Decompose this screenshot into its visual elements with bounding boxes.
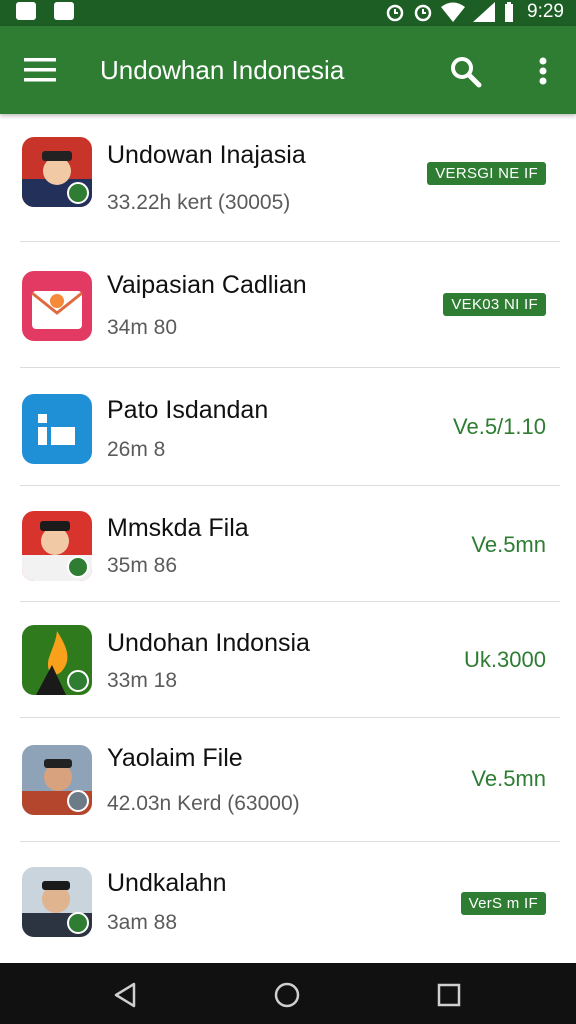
signal-icon bbox=[473, 2, 496, 22]
list-item[interactable]: Undowan Inajasia 33.22h kert (30005) VER… bbox=[0, 114, 576, 242]
app-avatar-icon bbox=[22, 511, 92, 581]
app-name: Undohan Indonsia bbox=[107, 629, 310, 657]
notification-icon bbox=[16, 2, 36, 20]
search-icon bbox=[451, 57, 482, 88]
page-title: Undowhan Indonesia bbox=[100, 55, 345, 85]
alarm-icon bbox=[386, 4, 404, 22]
alarm-icon bbox=[414, 4, 432, 22]
notification-icon bbox=[54, 2, 74, 20]
status-time: 9:29 bbox=[527, 1, 564, 22]
version-badge: VerS m IF bbox=[460, 892, 546, 915]
list-item[interactable]: Undohan Indonsia 33m 18 Uk.3000 bbox=[0, 602, 576, 718]
home-button[interactable] bbox=[272, 980, 302, 1010]
app-avatar-icon bbox=[22, 271, 92, 341]
app-list: Undowan Inajasia 33.22h kert (30005) VER… bbox=[0, 114, 576, 965]
version-label: Ve.5/1.10 bbox=[453, 414, 546, 439]
app-meta: 42.03n Kerd (63000) bbox=[107, 792, 300, 815]
version-label: Ve.5mn bbox=[471, 532, 546, 557]
app-name: Vaipasian Cadlian bbox=[107, 271, 307, 299]
wifi-icon bbox=[441, 2, 466, 22]
back-button[interactable] bbox=[110, 980, 140, 1010]
app-meta: 34m 80 bbox=[107, 316, 178, 339]
app-avatar-icon bbox=[22, 137, 92, 207]
app-avatar-icon bbox=[22, 867, 92, 937]
list-item[interactable]: Mmskda Fila 35m 86 Ve.5mn bbox=[0, 486, 576, 602]
app-name: Yaolaim File bbox=[107, 744, 243, 772]
list-item[interactable]: Yaolaim File 42.03n Kerd (63000) Ve.5mn bbox=[0, 718, 576, 842]
more-vert-icon bbox=[539, 57, 547, 85]
battery-icon bbox=[505, 2, 514, 22]
app-name: Undowan Inajasia bbox=[107, 141, 306, 169]
app-avatar-icon bbox=[22, 745, 92, 815]
app-avatar-icon bbox=[22, 394, 92, 464]
list-item[interactable]: Vaipasian Cadlian 34m 80 VEK03 NI IF bbox=[0, 242, 576, 368]
app-bar: Undowhan Indonesia bbox=[0, 26, 576, 114]
list-item[interactable]: Undkalahn 3am 88 VerS m IF bbox=[0, 842, 576, 965]
search-button[interactable] bbox=[448, 54, 482, 88]
version-badge: VERSGI NE IF bbox=[427, 162, 546, 185]
list-item[interactable]: Pato Isdandan 26m 8 Ve.5/1.10 bbox=[0, 368, 576, 486]
app-name: Undkalahn bbox=[107, 869, 227, 897]
version-label: Ve.5mn bbox=[471, 766, 546, 791]
app-meta: 35m 86 bbox=[107, 554, 178, 577]
app-meta: 33.22h kert (30005) bbox=[107, 191, 291, 214]
app-name: Mmskda Fila bbox=[107, 514, 249, 542]
status-bar: 9:29 bbox=[0, 0, 576, 26]
app-meta: 26m 8 bbox=[107, 438, 166, 461]
home-icon bbox=[274, 982, 300, 1008]
back-icon bbox=[114, 982, 136, 1008]
app-name: Pato Isdandan bbox=[107, 396, 269, 424]
recents-button[interactable] bbox=[434, 980, 464, 1010]
version-badge: VEK03 NI IF bbox=[443, 293, 546, 316]
recents-icon bbox=[437, 983, 461, 1007]
hamburger-menu-icon bbox=[24, 58, 56, 82]
more-options-button[interactable] bbox=[530, 54, 556, 88]
app-meta: 3am 88 bbox=[107, 911, 178, 934]
app-meta: 33m 18 bbox=[107, 669, 178, 692]
app-avatar-icon bbox=[22, 625, 92, 695]
system-nav-bar bbox=[0, 963, 576, 1024]
menu-button[interactable] bbox=[22, 54, 58, 86]
version-label: Uk.3000 bbox=[464, 647, 546, 672]
